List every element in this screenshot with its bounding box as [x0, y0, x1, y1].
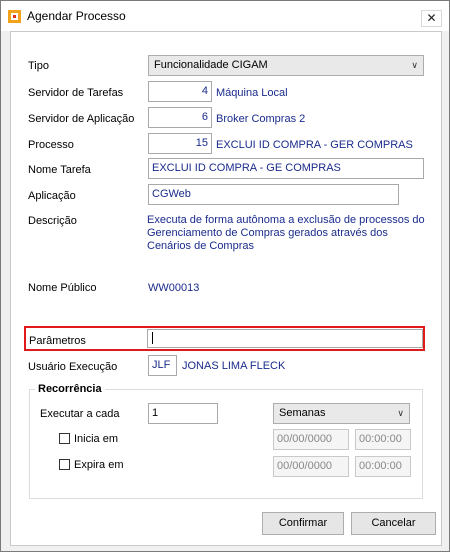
aplicacao-label: Aplicação — [28, 190, 76, 202]
servidor-aplicacao-code-input[interactable]: 6 — [148, 107, 212, 128]
usuario-execucao-name: JONAS LIMA FLECK — [182, 360, 286, 372]
nome-publico-value: WW00013 — [148, 282, 200, 294]
expira-em-date[interactable]: 00/00/0000 — [273, 456, 349, 477]
nome-tarefa-input[interactable]: EXCLUI ID COMPRA - GE COMPRAS — [148, 158, 424, 179]
dialog-window: Agendar Processo ✕ Tipo Funcionalidade C… — [0, 0, 450, 552]
servidor-tarefas-code-input[interactable]: 4 — [148, 81, 212, 102]
title-bar[interactable]: Agendar Processo ✕ — [1, 1, 449, 31]
parametros-label: Parâmetros — [29, 335, 86, 347]
descricao-label: Descrição — [28, 215, 77, 227]
nome-tarefa-label: Nome Tarefa — [28, 164, 91, 176]
descricao-line-1: Executa de forma autônoma a exclusão de … — [147, 214, 425, 226]
tipo-label: Tipo — [28, 60, 49, 72]
inicia-em-checkbox[interactable] — [59, 433, 70, 444]
tipo-value: Funcionalidade CIGAM — [154, 59, 268, 71]
inicia-em-date[interactable]: 00/00/0000 — [273, 429, 349, 450]
close-icon: ✕ — [426, 11, 437, 25]
app-icon — [8, 10, 21, 23]
recorrencia-unit-value: Semanas — [279, 407, 326, 419]
processo-label: Processo — [28, 139, 74, 151]
chevron-down-icon: ∨ — [397, 408, 404, 418]
descricao-line-3: Cenários de Compras — [147, 240, 254, 252]
form-panel: Tipo Funcionalidade CIGAM ∨ Servidor de … — [10, 31, 442, 546]
chevron-down-icon: ∨ — [411, 60, 418, 70]
recorrencia-title: Recorrência — [35, 383, 105, 395]
recorrencia-unit-select[interactable]: Semanas ∨ — [273, 403, 410, 424]
usuario-execucao-label: Usuário Execução — [28, 361, 118, 373]
executar-a-cada-label: Executar a cada — [40, 408, 120, 420]
executar-a-cada-input[interactable]: 1 — [148, 403, 218, 424]
expira-em-time[interactable]: 00:00:00 — [355, 456, 411, 477]
window-title: Agendar Processo — [27, 9, 126, 23]
parametros-input[interactable] — [147, 329, 423, 348]
servidor-tarefas-name: Máquina Local — [216, 87, 288, 99]
processo-name: EXCLUI ID COMPRA - GER COMPRAS — [216, 139, 413, 151]
text-caret — [152, 332, 153, 345]
close-button[interactable]: ✕ — [421, 10, 442, 27]
servidor-tarefas-label: Servidor de Tarefas — [28, 87, 124, 99]
nome-publico-label: Nome Público — [28, 282, 97, 294]
inicia-em-time[interactable]: 00:00:00 — [355, 429, 411, 450]
processo-code-input[interactable]: 15 — [148, 133, 212, 154]
confirmar-button[interactable]: Confirmar — [262, 512, 344, 535]
servidor-aplicacao-label: Servidor de Aplicação — [28, 113, 135, 125]
usuario-execucao-code-input[interactable]: JLF — [148, 355, 177, 376]
cancelar-button[interactable]: Cancelar — [351, 512, 436, 535]
expira-em-label: Expira em — [74, 459, 124, 471]
expira-em-checkbox[interactable] — [59, 459, 70, 470]
servidor-aplicacao-name: Broker Compras 2 — [216, 113, 306, 125]
descricao-line-2: Gerenciamento de Compras gerados através… — [147, 227, 388, 239]
aplicacao-input[interactable]: CGWeb — [148, 184, 399, 205]
inicia-em-label: Inicia em — [74, 433, 119, 445]
tipo-select[interactable]: Funcionalidade CIGAM ∨ — [148, 55, 424, 76]
